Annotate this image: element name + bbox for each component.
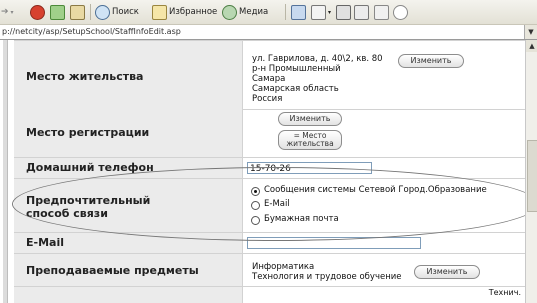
residence-line: Самарская область xyxy=(252,84,339,94)
scroll-up-arrow-icon[interactable]: ▲ xyxy=(526,40,537,52)
vertical-scrollbar[interactable]: ▲ xyxy=(525,40,537,303)
email-input[interactable] xyxy=(247,237,421,249)
subjects-label: Преподаваемые предметы xyxy=(26,264,199,277)
next-value-cell: Технич. xyxy=(250,287,525,303)
contact-method-row: Предпочтительный способ связи Сообщения … xyxy=(14,179,525,233)
browser-toolbar: ➔ ▾ Поиск Избранное Медиа ▾ xyxy=(0,0,537,25)
contact-option-paper-radio[interactable] xyxy=(251,216,260,225)
dropdown-arrow-icon: ▾ xyxy=(10,8,14,16)
subjects-list: Информатика Технология и трудовое обучен… xyxy=(252,262,402,282)
next-label-cell xyxy=(14,287,243,303)
search-button[interactable]: Поиск xyxy=(95,4,139,20)
contact-option-system-label: Сообщения системы Сетевой Город.Образова… xyxy=(264,185,487,195)
subject-item: Информатика xyxy=(252,262,315,272)
stop-button[interactable] xyxy=(30,4,45,20)
home-button[interactable] xyxy=(70,4,85,20)
registration-label-cell: Место регистрации xyxy=(14,109,243,157)
stop-icon xyxy=(30,4,45,20)
favorites-button[interactable]: Избранное xyxy=(152,4,218,20)
scrollbar-thumb[interactable] xyxy=(527,140,537,212)
residence-address: ул. Гаврилова, д. 40\2, кв. 80 р-н Промы… xyxy=(252,54,383,104)
mail-icon xyxy=(311,4,326,20)
residence-row: Место жительства ул. Гаврилова, д. 40\2,… xyxy=(14,40,525,110)
contact-method-label-line: Предпочтительный xyxy=(26,194,151,207)
contact-method-value-cell: Сообщения системы Сетевой Город.Образова… xyxy=(250,179,525,232)
forward-button[interactable]: ➔ ▾ xyxy=(1,5,14,19)
contact-option-email-label: E-Mail xyxy=(264,199,290,209)
print-button[interactable] xyxy=(336,4,351,20)
mail-button[interactable]: ▾ xyxy=(311,4,332,20)
home-icon xyxy=(70,4,85,20)
residence-line: Россия xyxy=(252,94,283,104)
next-partial-text: Технич. xyxy=(488,288,521,297)
media-label: Медиа xyxy=(239,7,269,17)
registration-row: Место регистрации Изменить = Место жител… xyxy=(14,109,525,158)
home-phone-label: Домашний телефон xyxy=(26,161,154,174)
toolbar-separator xyxy=(90,4,91,20)
dropdown-arrow-icon: ▾ xyxy=(328,8,332,16)
discuss-button[interactable] xyxy=(374,4,389,20)
page-content: Место жительства ул. Гаврилова, д. 40\2,… xyxy=(0,40,525,303)
residence-change-button[interactable]: Изменить xyxy=(398,54,464,68)
edit-button[interactable] xyxy=(354,4,369,20)
subjects-label-cell: Преподаваемые предметы xyxy=(14,254,243,286)
email-label: E-Mail xyxy=(26,236,64,249)
residence-line: Самара xyxy=(252,74,286,84)
contact-method-label-line: способ связи xyxy=(26,207,108,220)
home-phone-row: Домашний телефон 15-70-26 xyxy=(14,158,525,179)
search-icon xyxy=(95,4,110,20)
contact-option-paper-label: Бумажная почта xyxy=(264,214,339,224)
home-phone-value-cell: 15-70-26 xyxy=(247,158,525,178)
refresh-icon xyxy=(50,4,65,20)
discuss-icon xyxy=(374,4,389,20)
contact-method-label-cell: Предпочтительный способ связи xyxy=(14,179,243,232)
residence-label: Место жительства xyxy=(26,70,144,83)
messenger-icon xyxy=(393,4,408,20)
contact-option-system-radio[interactable] xyxy=(251,187,260,196)
residence-line: р-н Промышленный xyxy=(252,64,341,74)
home-phone-label-cell: Домашний телефон xyxy=(14,158,243,178)
messenger-button[interactable] xyxy=(393,4,408,20)
subjects-change-button[interactable]: Изменить xyxy=(414,265,480,279)
same-as-residence-line: жительства xyxy=(286,139,334,148)
registration-change-button[interactable]: Изменить xyxy=(278,112,342,126)
registration-same-as-residence-button[interactable]: = Место жительства xyxy=(278,130,342,150)
history-icon xyxy=(291,4,306,20)
email-label-cell: E-Mail xyxy=(14,233,243,253)
address-url: p://netcity/asp/SetupSchool/StaffInfoEdi… xyxy=(2,27,181,36)
subjects-value-cell: Информатика Технология и трудовое обучен… xyxy=(250,254,525,286)
print-icon xyxy=(336,4,351,20)
edit-icon xyxy=(354,4,369,20)
subject-item: Технология и трудовое обучение xyxy=(252,272,402,282)
page-left-border xyxy=(3,40,8,303)
residence-value-cell: ул. Гаврилова, д. 40\2, кв. 80 р-н Промы… xyxy=(250,41,525,109)
residence-label-cell: Место жительства xyxy=(14,41,243,109)
email-row: E-Mail xyxy=(14,233,525,254)
toolbar-separator xyxy=(285,4,286,20)
contact-option-email-radio[interactable] xyxy=(251,201,260,210)
residence-line: ул. Гаврилова, д. 40\2, кв. 80 xyxy=(252,54,383,64)
address-dropdown-icon[interactable]: ▼ xyxy=(524,25,537,39)
contact-method-label: Предпочтительный способ связи xyxy=(26,194,150,220)
media-button[interactable]: Медиа xyxy=(222,4,269,20)
registration-value-cell: Изменить = Место жительства xyxy=(250,109,525,157)
home-phone-input[interactable]: 15-70-26 xyxy=(247,162,372,174)
email-value-cell xyxy=(247,233,525,253)
refresh-button[interactable] xyxy=(50,4,65,20)
registration-label: Место регистрации xyxy=(26,126,150,139)
forward-arrow-icon: ➔ xyxy=(1,7,9,17)
address-bar[interactable]: p://netcity/asp/SetupSchool/StaffInfoEdi… xyxy=(0,25,537,40)
search-label: Поиск xyxy=(112,7,139,17)
favorites-icon xyxy=(152,4,167,20)
favorites-label: Избранное xyxy=(169,7,218,17)
history-button[interactable] xyxy=(291,4,306,20)
subjects-row: Преподаваемые предметы Информатика Техно… xyxy=(14,254,525,287)
media-icon xyxy=(222,4,237,20)
next-row: Технич. xyxy=(14,287,525,303)
